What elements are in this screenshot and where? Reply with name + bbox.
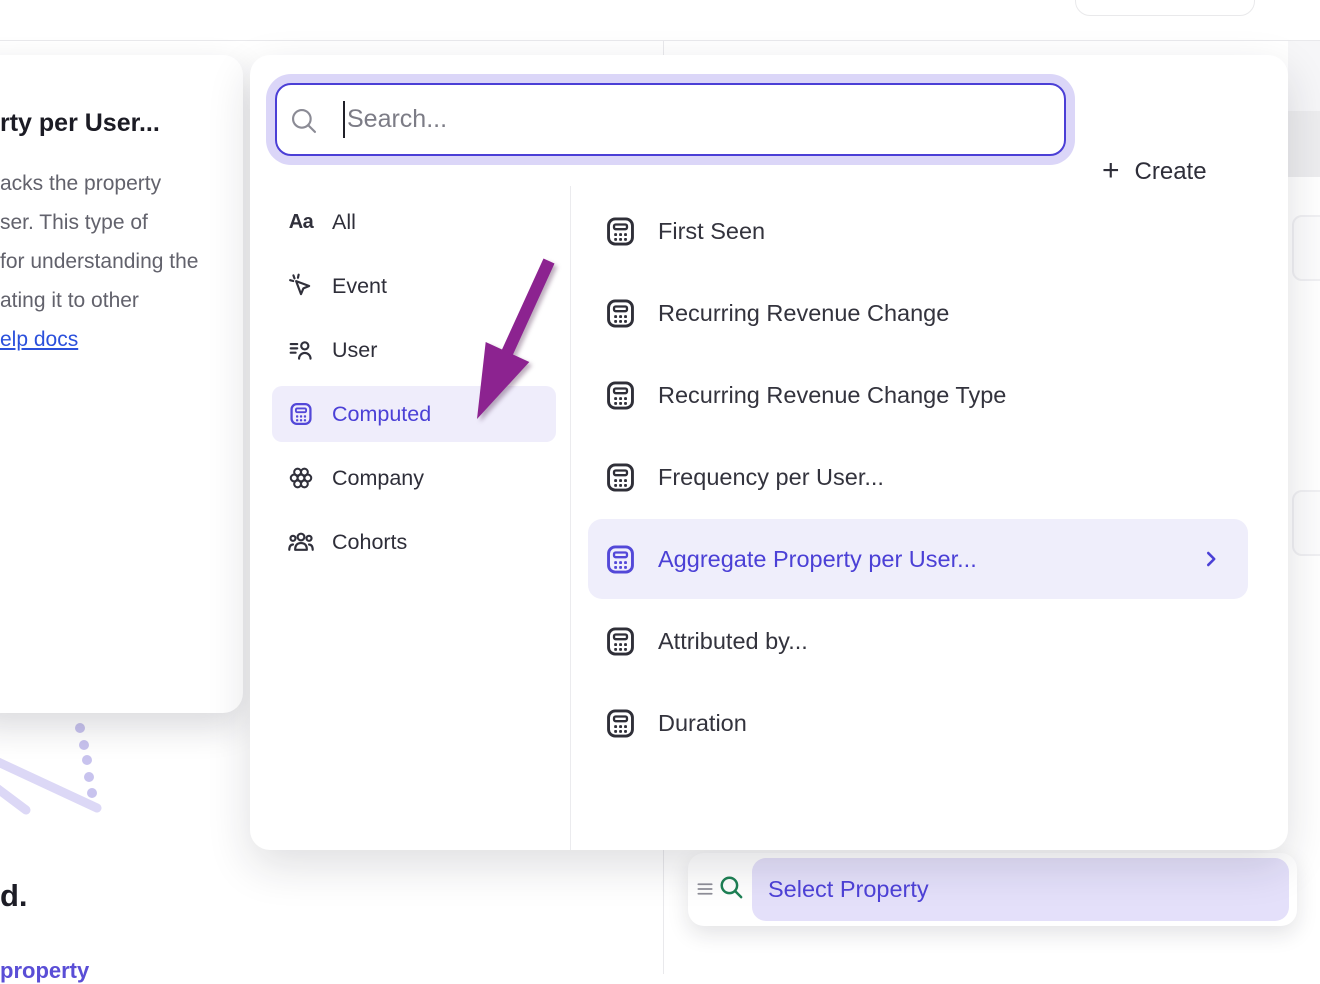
category-label: User bbox=[332, 338, 377, 363]
search-input[interactable] bbox=[275, 83, 1066, 156]
category-item-user[interactable]: User bbox=[272, 322, 556, 378]
property-label: Frequency per User... bbox=[658, 464, 884, 491]
select-property-button[interactable]: Select Property bbox=[752, 858, 1289, 921]
category-item-all[interactable]: Aa All bbox=[272, 194, 556, 250]
calculator-icon bbox=[604, 461, 637, 494]
property-search-icon bbox=[718, 874, 745, 906]
tooltip-body-line: for understanding the bbox=[0, 242, 198, 281]
page-top-divider bbox=[0, 40, 1320, 41]
property-item-recurring-revenue-change[interactable]: Recurring Revenue Change bbox=[588, 273, 1248, 353]
property-label: Aggregate Property per User... bbox=[658, 546, 977, 573]
category-label: Event bbox=[332, 274, 387, 299]
create-button-label: Create bbox=[1135, 158, 1207, 186]
category-label: Cohorts bbox=[332, 530, 407, 555]
property-item-first-seen[interactable]: First Seen bbox=[588, 191, 1248, 271]
category-label: All bbox=[332, 210, 356, 235]
clipped-link-fragment[interactable]: property bbox=[0, 958, 89, 984]
property-item-attributed-by[interactable]: Attributed by... bbox=[588, 601, 1248, 681]
tooltip-body: acks the property ser. This type of for … bbox=[0, 164, 198, 359]
property-picker-panel: + Create Aa All Event bbox=[250, 55, 1288, 850]
panel-divider bbox=[570, 186, 571, 850]
category-label: Company bbox=[332, 466, 424, 491]
property-tooltip-card: rty per User... acks the property ser. T… bbox=[0, 55, 243, 713]
calculator-icon bbox=[604, 379, 637, 412]
category-label: Computed bbox=[332, 402, 431, 427]
query-builder-card: Select Property bbox=[688, 853, 1297, 926]
property-label: Duration bbox=[658, 710, 747, 737]
cohorts-people-icon bbox=[286, 529, 316, 555]
plus-icon: + bbox=[1102, 156, 1120, 186]
text-caret bbox=[343, 101, 345, 138]
category-item-company[interactable]: Company bbox=[272, 450, 556, 506]
calculator-icon bbox=[604, 297, 637, 330]
tooltip-body-line: ser. This type of bbox=[0, 203, 198, 242]
calculator-icon bbox=[604, 625, 637, 658]
tooltip-body-line: ating it to other bbox=[0, 281, 198, 320]
property-item-recurring-revenue-change-type[interactable]: Recurring Revenue Change Type bbox=[588, 355, 1248, 435]
tooltip-title-fragment: rty per User... bbox=[0, 109, 160, 138]
calculator-icon bbox=[604, 543, 637, 576]
select-property-label: Select Property bbox=[768, 876, 929, 902]
property-label: Recurring Revenue Change bbox=[658, 300, 949, 327]
property-label: Recurring Revenue Change Type bbox=[658, 382, 1006, 409]
background-strip bbox=[1288, 41, 1320, 111]
property-item-frequency-per-user[interactable]: Frequency per User... bbox=[588, 437, 1248, 517]
calculator-icon bbox=[604, 215, 637, 248]
company-cluster-icon bbox=[286, 465, 316, 491]
screenshot-root: { "picker": { "search": { "placeholder":… bbox=[0, 0, 1320, 974]
category-item-event[interactable]: Event bbox=[272, 258, 556, 314]
text-aa-icon: Aa bbox=[286, 211, 316, 234]
clipped-toolbar-button[interactable] bbox=[1075, 0, 1255, 16]
clipped-background-card bbox=[1292, 490, 1320, 556]
property-label: First Seen bbox=[658, 218, 765, 245]
user-list-icon bbox=[286, 337, 316, 363]
category-item-computed[interactable]: Computed bbox=[272, 386, 556, 442]
help-docs-link[interactable]: elp docs bbox=[0, 320, 78, 359]
calculator-icon bbox=[604, 707, 637, 740]
property-item-aggregate-property-per-user[interactable]: Aggregate Property per User... bbox=[588, 519, 1248, 599]
click-cursor-icon bbox=[286, 273, 316, 299]
property-label: Attributed by... bbox=[658, 628, 808, 655]
canvas-heading-fragment: d. bbox=[0, 878, 28, 914]
tooltip-body-line: acks the property bbox=[0, 164, 198, 203]
background-strip bbox=[1288, 111, 1320, 177]
clipped-background-card bbox=[1292, 215, 1320, 281]
calculator-icon bbox=[286, 401, 316, 427]
chevron-right-icon bbox=[1200, 548, 1222, 570]
drag-handle-icon[interactable] bbox=[696, 880, 715, 903]
property-item-duration[interactable]: Duration bbox=[588, 683, 1248, 763]
category-item-cohorts[interactable]: Cohorts bbox=[272, 514, 556, 570]
